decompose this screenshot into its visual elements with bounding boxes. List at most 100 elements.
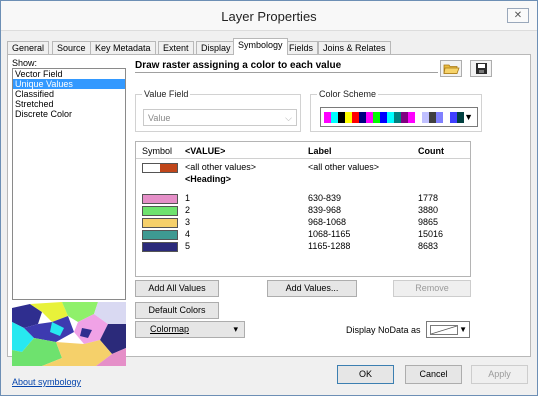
show-item-classified[interactable]: Classified	[13, 89, 125, 99]
color-swatch	[422, 112, 429, 123]
color-swatch	[408, 112, 415, 123]
show-label: Show:	[12, 58, 38, 68]
folder-icon	[443, 64, 460, 74]
heading-divider	[135, 72, 438, 73]
apply-button[interactable]: Apply	[471, 365, 528, 384]
row-count: 15016	[418, 229, 444, 239]
color-swatch	[380, 112, 387, 123]
symbol-swatch[interactable]	[142, 242, 178, 252]
color-swatch	[387, 112, 394, 123]
values-table[interactable]: Symbol <VALUE> Label Count <all other va…	[135, 141, 471, 277]
default-colors-button[interactable]: Default Colors	[135, 302, 219, 319]
value-field-group: Value Field Value ⌵	[135, 89, 301, 132]
row-value: 2	[185, 205, 191, 215]
tab-fields[interactable]: Fields	[284, 41, 319, 55]
row-label: 968-1068	[308, 217, 347, 227]
about-symbology-link[interactable]: About symbology	[12, 377, 81, 387]
show-item-vector-field[interactable]: Vector Field	[13, 69, 125, 79]
table-row[interactable]: 3 968-1068 9865	[136, 217, 470, 228]
show-item-unique-values[interactable]: Unique Values	[13, 79, 125, 89]
header-count[interactable]: Count	[418, 146, 444, 156]
header-symbol[interactable]: Symbol	[142, 146, 172, 156]
color-swatch	[429, 112, 436, 123]
no-color-icon	[430, 325, 458, 335]
group-heading: <Heading>	[185, 174, 232, 184]
symbol-swatch[interactable]	[142, 163, 178, 173]
color-swatch	[394, 112, 401, 123]
value-field-label: Value Field	[142, 89, 191, 99]
renderer-heading: Draw raster assigning a color to each va…	[135, 60, 342, 71]
show-list[interactable]: Vector Field Unique Values Classified St…	[12, 68, 126, 300]
add-values-button[interactable]: Add Values...	[267, 280, 357, 297]
color-swatch	[443, 112, 450, 123]
row-value: 3	[185, 217, 191, 227]
close-icon[interactable]: ✕	[507, 8, 529, 23]
tab-extent[interactable]: Extent	[158, 41, 194, 55]
row-label: 839-968	[308, 205, 342, 215]
tab-symbology[interactable]: Symbology	[233, 38, 288, 55]
nodata-color-picker[interactable]: ▼	[426, 321, 470, 338]
symbol-swatch[interactable]	[142, 194, 178, 204]
color-scheme-swatches	[324, 112, 464, 123]
color-swatch	[415, 112, 422, 123]
symbology-panel: Show: Vector Field Unique Values Classif…	[7, 54, 531, 387]
nodata-label: Display NoData as	[346, 325, 421, 335]
table-row[interactable]: 5 1165-1288 8683	[136, 241, 470, 252]
row-label: 1165-1288	[308, 241, 351, 251]
color-swatch	[331, 112, 338, 123]
chevron-down-icon: ▼	[464, 112, 473, 122]
color-scheme-group: Color Scheme ▼	[310, 89, 482, 132]
color-swatch	[366, 112, 373, 123]
row-label: 1068-1165	[308, 229, 351, 239]
add-all-values-button[interactable]: Add All Values	[135, 280, 219, 297]
remove-button[interactable]: Remove	[393, 280, 471, 297]
color-swatch	[401, 112, 408, 123]
color-swatch	[352, 112, 359, 123]
chevron-down-icon: ▾	[233, 324, 238, 334]
table-row[interactable]: 2 839-968 3880	[136, 205, 470, 216]
tab-key-metadata[interactable]: Key Metadata	[90, 41, 156, 55]
table-row[interactable]: 1 630-839 1778	[136, 193, 470, 204]
color-swatch	[373, 112, 380, 123]
row-label: 630-839	[308, 193, 342, 203]
show-item-stretched[interactable]: Stretched	[13, 99, 125, 109]
color-scheme-label: Color Scheme	[317, 89, 379, 99]
row-value: 1	[185, 193, 191, 203]
header-label[interactable]: Label	[308, 146, 332, 156]
tab-source[interactable]: Source	[52, 41, 91, 55]
table-row-all-other[interactable]: <all other values> <all other values>	[136, 162, 470, 173]
tab-joins-relates[interactable]: Joins & Relates	[318, 41, 391, 55]
colormap-button[interactable]: Colormap ▾	[135, 321, 245, 338]
color-swatch	[324, 112, 331, 123]
color-swatch	[450, 112, 457, 123]
tab-display[interactable]: Display	[196, 41, 236, 55]
ok-button[interactable]: OK	[337, 365, 394, 384]
row-value: 5	[185, 241, 191, 251]
table-header: Symbol <VALUE> Label Count	[136, 142, 470, 159]
color-swatch	[436, 112, 443, 123]
open-folder-button[interactable]	[440, 60, 462, 77]
row-count: 8683	[418, 241, 439, 251]
cancel-button[interactable]: Cancel	[405, 365, 462, 384]
value-field-value: Value	[148, 113, 171, 123]
tab-general[interactable]: General	[7, 41, 50, 55]
symbol-swatch[interactable]	[142, 230, 178, 240]
color-scheme-select[interactable]: ▼	[320, 107, 478, 127]
show-item-discrete-color[interactable]: Discrete Color	[13, 109, 125, 119]
row-label: <all other values>	[308, 162, 380, 172]
row-count: 3880	[418, 205, 439, 215]
row-value: 4	[185, 229, 191, 239]
colormap-label: Colormap	[150, 324, 190, 334]
title-bar: Layer Properties ✕	[1, 1, 537, 31]
row-value: <all other values>	[185, 162, 257, 172]
save-icon	[476, 63, 487, 74]
symbol-swatch[interactable]	[142, 206, 178, 216]
color-swatch	[338, 112, 345, 123]
header-value[interactable]: <VALUE>	[185, 146, 225, 156]
row-count: 9865	[418, 217, 439, 227]
value-field-select[interactable]: Value ⌵	[143, 109, 297, 126]
table-row[interactable]: 4 1068-1165 15016	[136, 229, 470, 240]
layer-properties-window: Layer Properties ✕ General Source Key Me…	[0, 0, 538, 396]
save-button[interactable]	[470, 60, 492, 77]
symbol-swatch[interactable]	[142, 218, 178, 228]
